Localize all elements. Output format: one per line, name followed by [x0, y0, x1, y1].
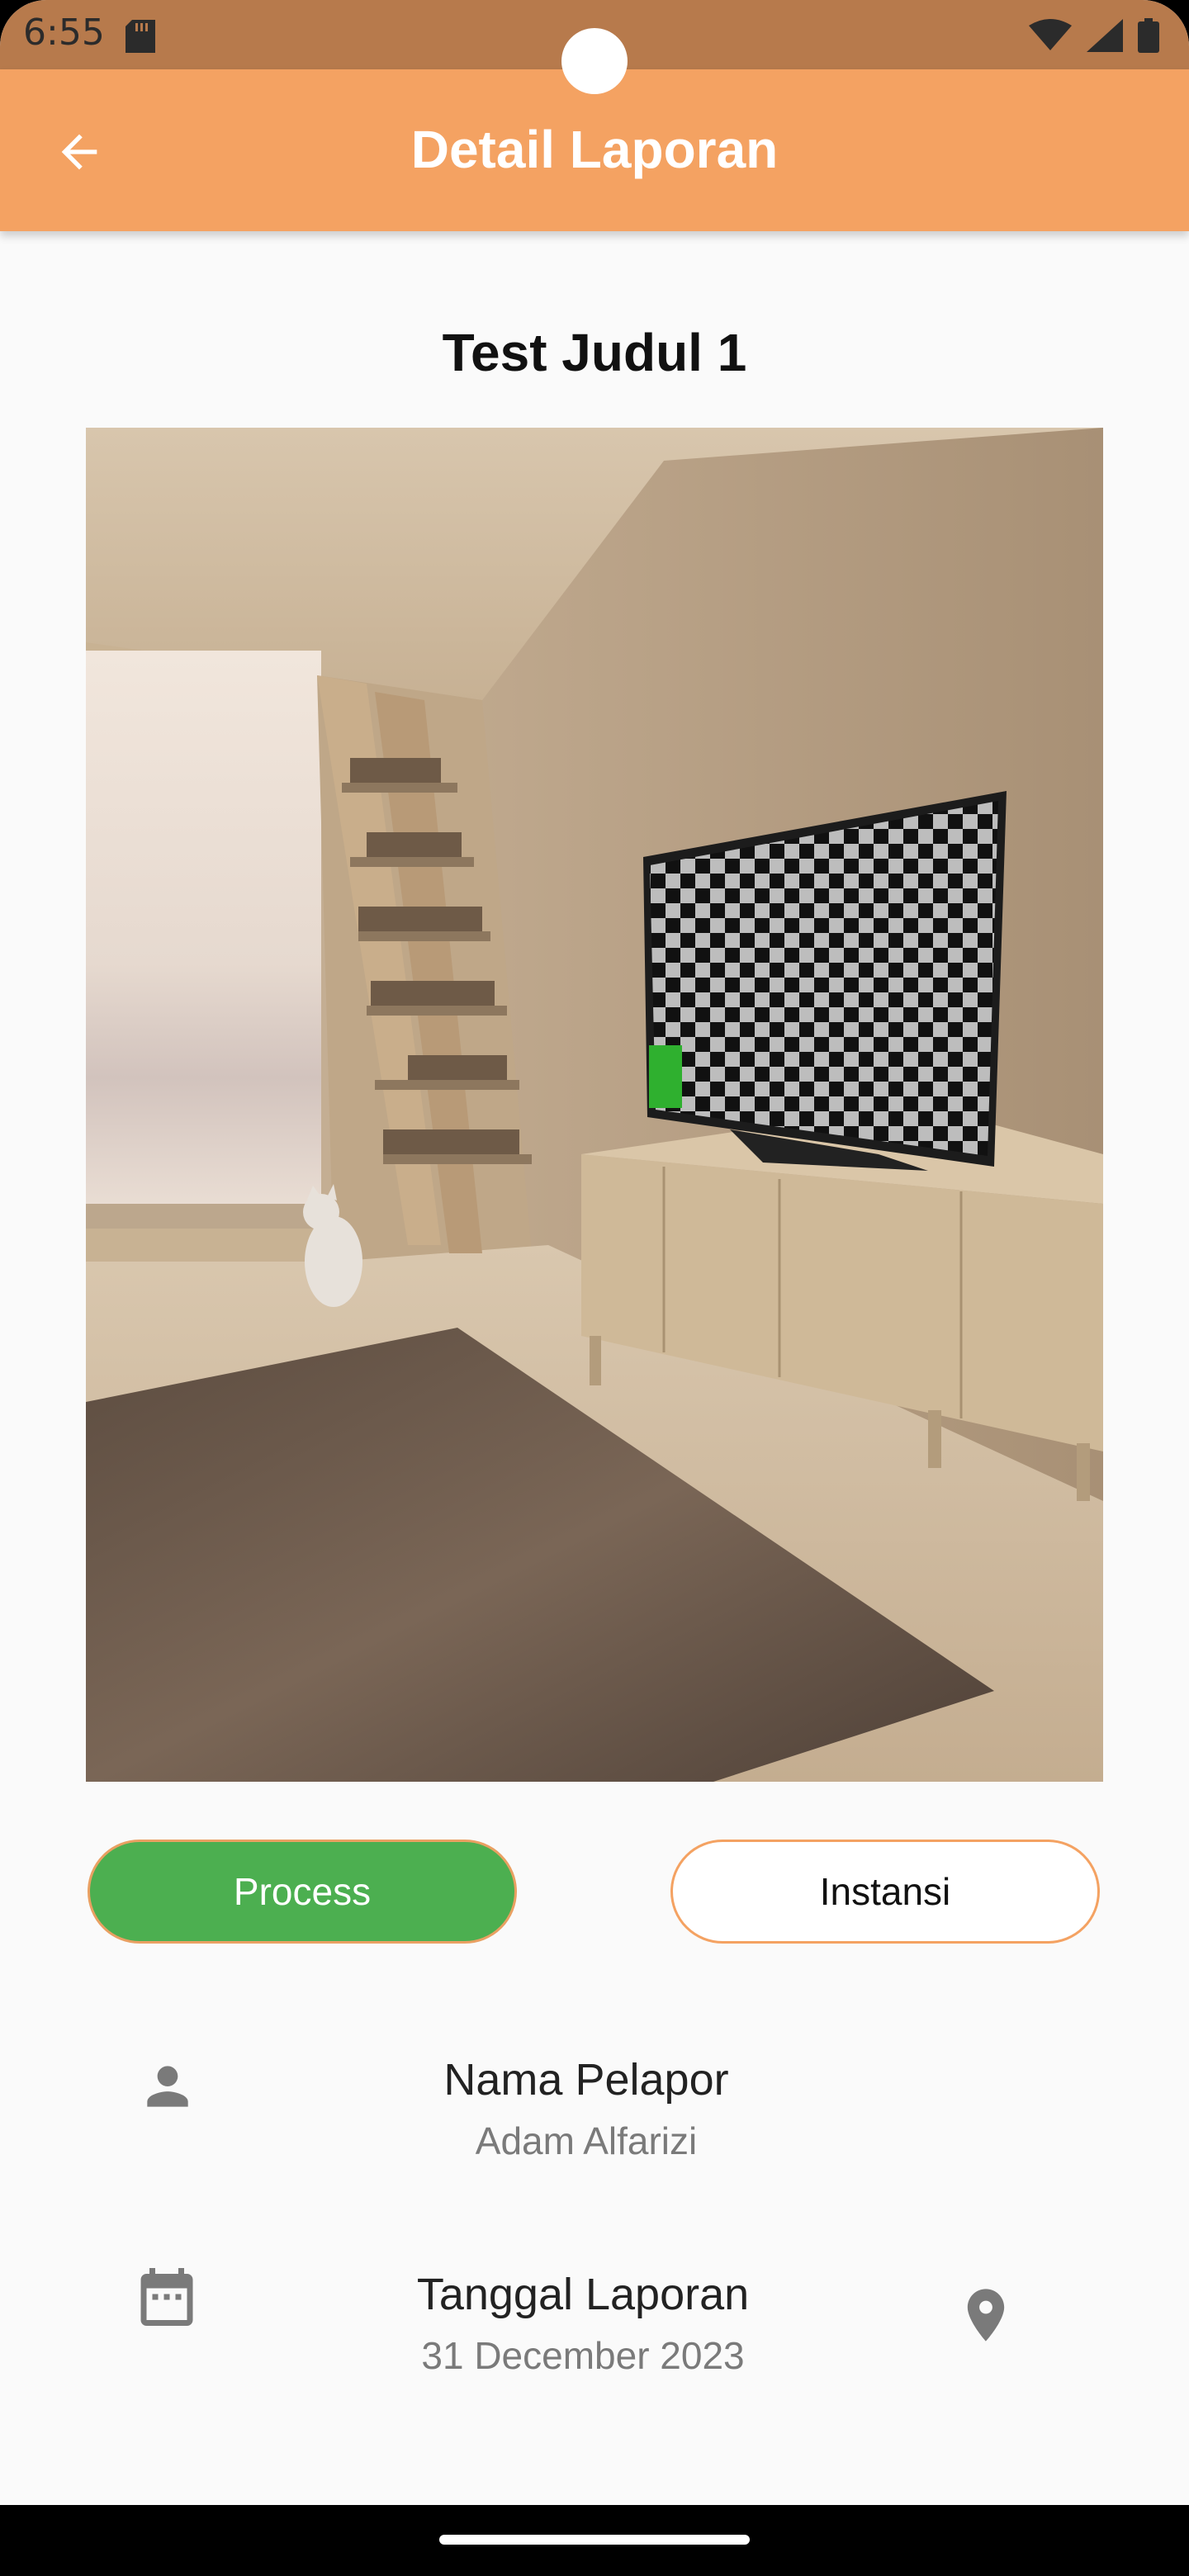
status-time: 6:55 — [23, 12, 105, 54]
wifi-icon — [1029, 19, 1072, 50]
date-row: Tanggal Laporan 31 December 2023 — [0, 2254, 1189, 2394]
battery-icon — [1138, 18, 1159, 53]
camera-cutout — [561, 28, 628, 94]
screen: 6:55 Detail Laporan Test Judul 1 Process… — [0, 0, 1189, 2505]
location-pin-icon[interactable] — [955, 2284, 1017, 2346]
reporter-label: Nama Pelapor — [443, 2055, 729, 2105]
instansi-button[interactable]: Instansi — [670, 1840, 1100, 1944]
process-button[interactable]: Process — [88, 1840, 517, 1944]
reporter-value: Adam Alfarizi — [475, 2119, 698, 2162]
signal-icon — [1087, 19, 1123, 52]
page-title: Detail Laporan — [410, 120, 779, 179]
report-title: Test Judul 1 — [442, 323, 747, 382]
device-frame: 6:55 Detail Laporan Test Judul 1 Process… — [0, 0, 1189, 2576]
report-photo — [86, 428, 1103, 1782]
reporter-row: Nama Pelapor Adam Alfarizi — [0, 2048, 1189, 2188]
system-icons — [1029, 18, 1159, 53]
sd-card-icon — [126, 20, 155, 53]
home-indicator[interactable] — [439, 2535, 750, 2545]
